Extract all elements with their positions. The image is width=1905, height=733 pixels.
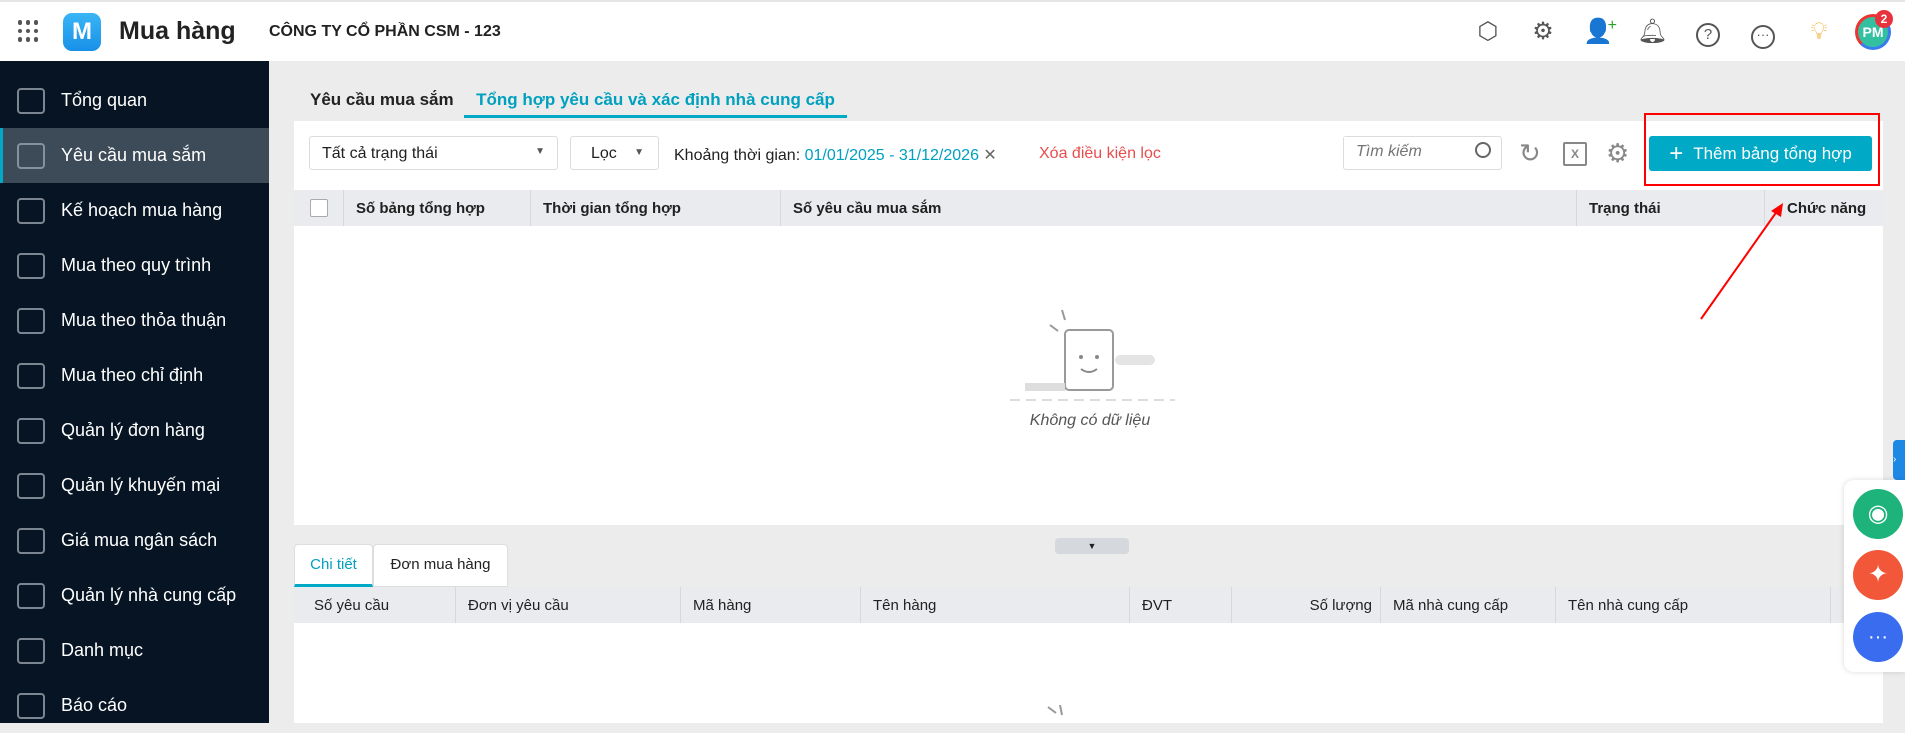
- search-field[interactable]: [1344, 137, 1464, 167]
- detail-table-header: Số yêu cầu Đơn vị yêu cầu Mã hàng Tên hà…: [294, 587, 1883, 623]
- period-filter: Khoảng thời gian: 01/01/2025 - 31/12/202…: [674, 145, 997, 165]
- filter-label: Lọc: [591, 145, 617, 162]
- column-header[interactable]: Mã nhà cung cấp: [1381, 587, 1556, 623]
- sidebar-item-label: Kế hoạch mua hàng: [61, 200, 223, 220]
- column-header[interactable]: Số yêu cầu: [294, 587, 456, 623]
- sidebar-item[interactable]: Mua theo chỉ định: [0, 348, 269, 403]
- category-icon: [17, 637, 45, 664]
- bell-icon[interactable]: 🔔︎: [1637, 17, 1667, 47]
- messenger-icon[interactable]: ···: [1853, 612, 1903, 662]
- sidebar-item[interactable]: Mua theo quy trình: [0, 238, 269, 293]
- sidebar-item[interactable]: Báo cáo: [0, 678, 269, 733]
- column-header[interactable]: Tên nhà cung cấp: [1556, 587, 1831, 623]
- status-select-value: Tất cả trạng thái: [322, 145, 438, 162]
- idea-book-icon[interactable]: 💡︎: [1804, 17, 1834, 47]
- chat-support-icon[interactable]: ◉: [1853, 489, 1903, 539]
- column-settings-icon[interactable]: ⚙: [1606, 138, 1629, 169]
- select-all-cell: [294, 190, 344, 226]
- sidebar-item-label: Mua theo quy trình: [61, 255, 212, 275]
- sidebar-item[interactable]: Quản lý nhà cung cấp: [0, 568, 269, 623]
- budget-icon: [17, 527, 45, 554]
- empty-state-text: Không có dữ liệu: [1029, 412, 1151, 429]
- sidebar-item[interactable]: Kế hoạch mua hàng: [0, 183, 269, 238]
- column-header[interactable]: Số bảng tổng hợp: [344, 190, 531, 226]
- chevron-down-icon: ▼: [535, 146, 545, 157]
- truck-icon: [17, 582, 45, 609]
- help-icon[interactable]: ?: [1693, 17, 1723, 47]
- sidebar-item[interactable]: Quản lý đơn hàng: [0, 403, 269, 458]
- empty-data-illustration: [1047, 705, 1063, 716]
- sidebar-item-label: Giá mua ngân sách: [61, 530, 218, 550]
- refresh-icon[interactable]: ↻: [1519, 138, 1541, 169]
- column-header[interactable]: Tên hàng: [861, 587, 1130, 623]
- top-header: M Mua hàng CÔNG TY CỔ PHẦN CSM - 123 ⬡ ⚙…: [0, 0, 1905, 61]
- sidebar-item[interactable]: Quản lý khuyến mại: [0, 458, 269, 513]
- apps-grid-icon[interactable]: [18, 20, 40, 42]
- sidebar-item[interactable]: Mua theo thỏa thuận: [0, 293, 269, 348]
- sidebar-item[interactable]: Giá mua ngân sách: [0, 513, 269, 568]
- process-icon: [17, 252, 45, 279]
- search-input[interactable]: [1343, 136, 1502, 170]
- tab-purchase-orders[interactable]: Đơn mua hàng: [373, 544, 508, 587]
- side-panel-toggle[interactable]: ›: [1893, 440, 1905, 480]
- app-name: Mua hàng: [119, 17, 236, 45]
- notification-badge: 2: [1875, 10, 1893, 28]
- floating-support-panel: ◉ ✦ ···: [1844, 480, 1905, 672]
- sidebar-item-label: Mua theo chỉ định: [61, 365, 204, 385]
- search-icon[interactable]: [1475, 142, 1491, 158]
- tab-summary-suppliers[interactable]: Tổng hợp yêu cầu và xác định nhà cung cấ…: [464, 85, 847, 118]
- sidebar-item-label: Tổng quan: [61, 90, 148, 110]
- product-search-icon[interactable]: ⬡: [1473, 17, 1503, 47]
- sidebar-item-label: Yêu cầu mua sắm: [61, 145, 207, 165]
- status-select[interactable]: Tất cả trạng thái ▼: [309, 136, 558, 170]
- period-label: Khoảng thời gian:: [674, 147, 801, 164]
- sidebar-item[interactable]: Yêu cầu mua sắm: [0, 128, 269, 183]
- chevron-down-icon: ▼: [634, 147, 644, 158]
- red-arrow-annotation: [1700, 203, 1783, 320]
- sidebar-item-label: Quản lý nhà cung cấp: [61, 585, 237, 605]
- sidebar-item-label: Danh mục: [61, 640, 144, 660]
- clipboard-icon: [17, 142, 45, 169]
- company-name: CÔNG TY CỔ PHẦN CSM - 123: [269, 23, 501, 40]
- sidebar: Tổng quan Yêu cầu mua sắm Kế hoạch mua hàn…: [0, 61, 269, 723]
- summary-table-header: Số bảng tổng hợp Thời gian tổng hợp Số y…: [294, 190, 1883, 226]
- select-all-checkbox[interactable]: [310, 199, 328, 217]
- sidebar-item-label: Báo cáo: [61, 695, 128, 715]
- column-header[interactable]: Đơn vị yêu cầu: [456, 587, 681, 623]
- column-header[interactable]: Mã hàng: [681, 587, 861, 623]
- dashboard-icon: [17, 87, 45, 114]
- scroll-icon: [17, 307, 45, 334]
- settings-icon[interactable]: ⚙: [1528, 17, 1558, 47]
- document-edit-icon: [17, 362, 45, 389]
- column-header[interactable]: Số yêu cầu mua sắm: [781, 190, 1577, 226]
- panel-splitter-toggle[interactable]: ▼: [1055, 538, 1129, 554]
- empty-data-illustration: [1010, 309, 1175, 401]
- period-value[interactable]: 01/01/2025 - 31/12/2026: [805, 147, 979, 164]
- discount-icon: [17, 472, 45, 499]
- highlight-box: [1644, 113, 1880, 186]
- column-header[interactable]: ĐVT: [1130, 587, 1232, 623]
- tab-detail[interactable]: Chi tiết: [294, 544, 373, 587]
- sidebar-item-label: Mua theo thỏa thuận: [61, 310, 227, 330]
- ai-assistant-icon[interactable]: ✦: [1853, 550, 1903, 600]
- app-logo: M: [63, 13, 101, 51]
- plan-icon: [17, 197, 45, 224]
- sidebar-item-label: Quản lý đơn hàng: [61, 420, 205, 440]
- report-icon: [17, 692, 45, 719]
- close-icon[interactable]: ✕: [983, 147, 996, 164]
- tab-purchase-requests[interactable]: Yêu cầu mua sắm: [310, 85, 454, 118]
- sidebar-item[interactable]: Danh mục: [0, 623, 269, 678]
- more-icon[interactable]: ···: [1748, 17, 1778, 49]
- add-user-icon[interactable]: 👤 +: [1583, 17, 1617, 47]
- excel-export-icon[interactable]: X: [1563, 142, 1587, 166]
- sidebar-item-label: Quản lý khuyến mại: [61, 475, 221, 495]
- filter-button[interactable]: Lọc ▼: [570, 136, 659, 170]
- column-header[interactable]: Số lượng: [1232, 587, 1381, 623]
- order-box-icon: [17, 417, 45, 444]
- column-header[interactable]: Thời gian tổng hợp: [531, 190, 781, 226]
- clear-filter-link[interactable]: Xóa điều kiện lọc: [1039, 145, 1161, 163]
- sidebar-item[interactable]: Tổng quan: [0, 73, 269, 128]
